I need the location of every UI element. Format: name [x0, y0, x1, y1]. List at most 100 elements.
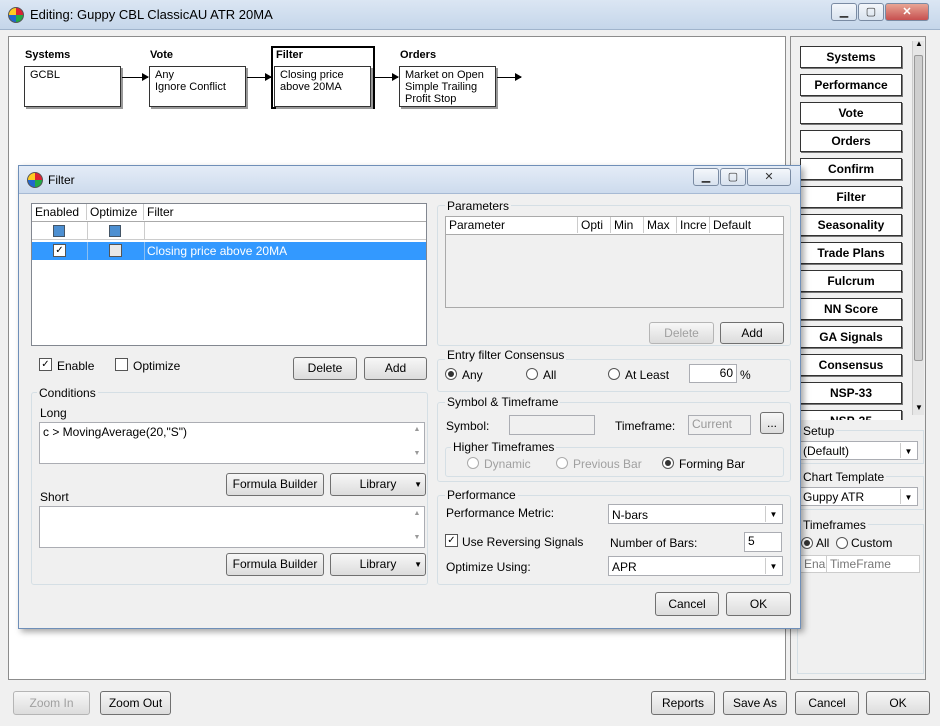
stage-vote[interactable]: Any Ignore Conflict: [149, 66, 246, 107]
side-button-ga-signals[interactable]: GA Signals: [800, 326, 902, 348]
side-button-seasonality[interactable]: Seasonality: [800, 214, 902, 236]
side-button-systems[interactable]: Systems: [800, 46, 902, 68]
performance-metric-select[interactable]: N-bars ▼: [608, 504, 783, 524]
number-of-bars-input[interactable]: 5: [744, 532, 782, 552]
consensus-any-label: Any: [462, 368, 483, 382]
stage-filter[interactable]: Closing price above 20MA: [274, 66, 371, 107]
htf-dynamic-radio[interactable]: [467, 457, 479, 469]
parameters-grid: Parameter Opti Min Max Incre Default: [445, 216, 784, 308]
use-reversing-checkbox[interactable]: ✓: [445, 534, 458, 547]
consensus-percent-input[interactable]: 60: [689, 364, 737, 383]
stage-systems[interactable]: GCBL: [24, 66, 121, 107]
stage-line: Closing price: [280, 69, 344, 81]
col-min: Min: [611, 217, 644, 233]
side-button-fulcrum[interactable]: Fulcrum: [800, 270, 902, 292]
higher-timeframes-title: Higher Timeframes: [451, 440, 557, 454]
scroll-up-icon[interactable]: ▲: [913, 39, 925, 48]
optimize-checkbox[interactable]: [115, 358, 128, 371]
cancel-button[interactable]: Cancel: [795, 691, 859, 715]
dialog-cancel-button[interactable]: Cancel: [655, 592, 719, 616]
delete-parameter-button[interactable]: Delete: [649, 322, 714, 344]
long-library-button[interactable]: Library ▼: [330, 473, 426, 496]
timeframe-browse-button[interactable]: ...: [760, 412, 784, 434]
timeframes-header: Ena TimeFrame: [800, 555, 920, 573]
consensus-all-radio[interactable]: [526, 368, 538, 380]
short-formula-builder-button[interactable]: Formula Builder: [226, 553, 324, 576]
scroll-down-icon[interactable]: ▼: [913, 403, 925, 412]
stage-orders[interactable]: Market on Open Simple Trailing Profit St…: [399, 66, 496, 107]
dialog-title-bar: [19, 166, 800, 194]
minimize-icon[interactable]: ▁: [831, 3, 857, 21]
dialog-ok-button[interactable]: OK: [726, 592, 791, 616]
side-button-confirm[interactable]: Confirm: [800, 158, 902, 180]
filter-row-optimize-checkbox[interactable]: [109, 244, 122, 257]
htf-forming-bar-radio[interactable]: [662, 457, 674, 469]
reports-button[interactable]: Reports: [651, 691, 715, 715]
filter-grid-header: Enabled Optimize Filter: [32, 204, 426, 222]
select-all-enabled-checkbox[interactable]: [53, 225, 65, 237]
delete-filter-button[interactable]: Delete: [293, 357, 357, 380]
number-of-bars-label: Number of Bars:: [610, 536, 698, 550]
side-button-filter[interactable]: Filter: [800, 186, 902, 208]
close-icon[interactable]: ✕: [885, 3, 929, 21]
short-condition-input[interactable]: ▲ ▼: [39, 506, 425, 548]
add-filter-button[interactable]: Add: [364, 357, 427, 380]
dialog-maximize-icon[interactable]: ▢: [720, 168, 746, 186]
add-parameter-button[interactable]: Add: [720, 322, 784, 344]
conditions-title: Conditions: [37, 386, 98, 400]
side-button-nsp-33[interactable]: NSP-33: [800, 382, 902, 404]
chevron-down-icon: ▼: [414, 480, 422, 489]
timeframes-col-timeframe: TimeFrame: [830, 557, 891, 571]
side-button-performance[interactable]: Performance: [800, 74, 902, 96]
long-label: Long: [40, 406, 67, 420]
save-as-button[interactable]: Save As: [723, 691, 787, 715]
stage-line: Any: [155, 69, 174, 81]
long-scrollbar[interactable]: ▲ ▼: [411, 424, 423, 462]
flow-arrow: [122, 73, 149, 81]
consensus-any-radio[interactable]: [445, 368, 457, 380]
chart-template-label: Chart Template: [801, 470, 887, 484]
zoom-in-button[interactable]: Zoom In: [13, 691, 90, 715]
setup-select[interactable]: (Default) ▼: [800, 441, 918, 460]
select-all-optimize-checkbox[interactable]: [109, 225, 121, 237]
short-library-label: Library: [359, 557, 397, 571]
timeframe-input[interactable]: Current: [688, 415, 751, 435]
short-library-button[interactable]: Library ▼: [330, 553, 426, 576]
filter-row-enabled-checkbox[interactable]: ✓: [53, 244, 66, 257]
filter-row-name: Closing price above 20MA: [147, 244, 288, 258]
short-scrollbar[interactable]: ▲ ▼: [411, 508, 423, 546]
col-divider: [87, 222, 88, 240]
consensus-at-least-radio[interactable]: [608, 368, 620, 380]
symbol-label: Symbol:: [446, 419, 490, 433]
dialog-close-icon[interactable]: ✕: [747, 168, 791, 186]
side-button-orders[interactable]: Orders: [800, 130, 902, 152]
side-button-nn-score[interactable]: NN Score: [800, 298, 902, 320]
long-condition-input[interactable]: c > MovingAverage(20,"S") ▲ ▼: [39, 422, 425, 464]
scroll-thumb[interactable]: [914, 55, 923, 361]
timeframes-all-radio[interactable]: [801, 537, 813, 549]
chart-template-select[interactable]: Guppy ATR ▼: [800, 487, 918, 506]
maximize-icon[interactable]: ▢: [858, 3, 884, 21]
timeframes-custom-radio[interactable]: [836, 537, 848, 549]
flow-arrow: [375, 73, 399, 81]
htf-previous-bar-radio[interactable]: [556, 457, 568, 469]
side-button-nsp-35[interactable]: NSP-35: [800, 410, 902, 420]
side-button-trade-plans[interactable]: Trade Plans: [800, 242, 902, 264]
use-reversing-label: Use Reversing Signals: [462, 535, 584, 549]
app-logo-icon: [8, 7, 24, 23]
stage-line: Market on Open: [405, 69, 484, 81]
zoom-out-button[interactable]: Zoom Out: [100, 691, 171, 715]
side-scrollbar[interactable]: ▲ ▼: [912, 39, 925, 415]
ok-button[interactable]: OK: [866, 691, 930, 715]
dialog-minimize-icon[interactable]: ▁: [693, 168, 719, 186]
long-formula-builder-button[interactable]: Formula Builder: [226, 473, 324, 496]
enable-checkbox[interactable]: ✓: [39, 358, 52, 371]
filter-row[interactable]: ✓ Closing price above 20MA: [32, 242, 426, 260]
stage-label-filter: Filter: [276, 49, 303, 61]
side-button-vote[interactable]: Vote: [800, 102, 902, 124]
optimize-using-select[interactable]: APR ▼: [608, 556, 783, 576]
side-button-consensus[interactable]: Consensus: [800, 354, 902, 376]
col-opti: Opti: [578, 217, 611, 233]
symbol-input[interactable]: [509, 415, 595, 435]
htf-dynamic-label: Dynamic: [484, 457, 531, 471]
